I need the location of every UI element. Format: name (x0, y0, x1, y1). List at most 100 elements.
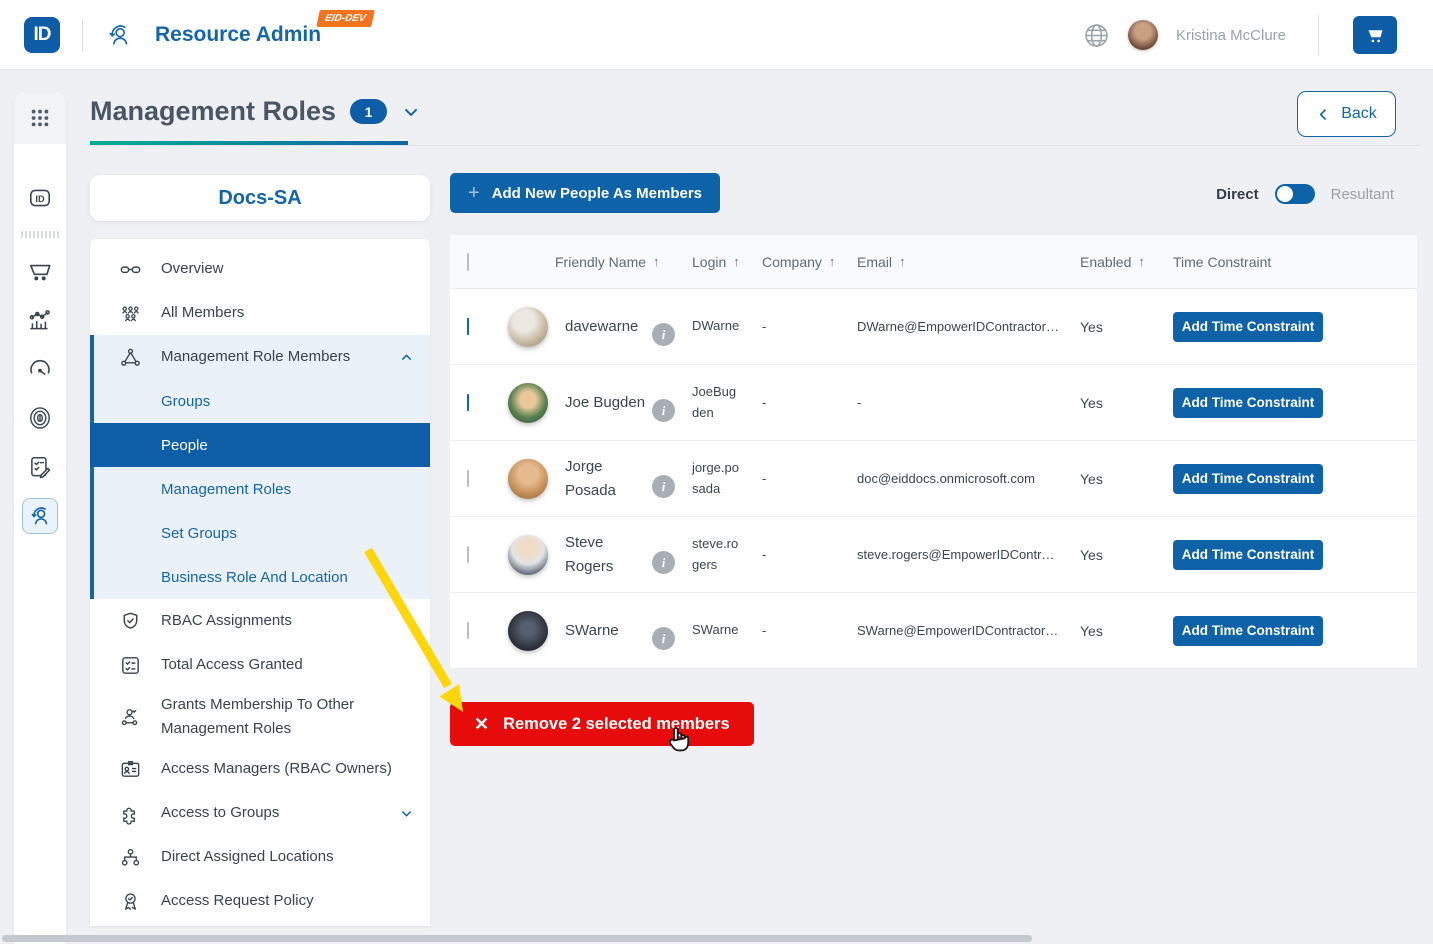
sidebar-subitem-management-roles[interactable]: Management Roles (94, 467, 430, 511)
column-label: Email (857, 254, 892, 270)
member-avatar (508, 307, 548, 347)
sidebar-subitem-set-groups[interactable]: Set Groups (94, 511, 430, 555)
info-icon[interactable]: i (652, 475, 675, 498)
sidebar-item-overview[interactable]: Overview (90, 247, 430, 291)
column-label: Friendly Name (555, 254, 646, 270)
member-enabled: Yes (1080, 319, 1160, 335)
member-enabled: Yes (1080, 547, 1160, 563)
svg-text:ID: ID (35, 194, 45, 204)
direct-resultant-switch[interactable] (1275, 184, 1315, 204)
add-time-constraint-button[interactable]: Add Time Constraint (1173, 388, 1323, 418)
audit-document-icon[interactable] (22, 449, 58, 485)
add-time-constraint-button[interactable]: Add Time Constraint (1173, 540, 1323, 570)
info-icon[interactable]: i (652, 627, 675, 650)
member-email: SWarne@EmpowerIDContractor… (857, 623, 1080, 638)
resource-admin-rail-icon[interactable] (22, 498, 58, 534)
info-icon[interactable]: i (652, 399, 675, 422)
person-network-icon (118, 706, 142, 729)
sidebar-item-access-managers[interactable]: Access Managers (RBAC Owners) (90, 747, 430, 791)
user-avatar[interactable] (1128, 20, 1158, 50)
row-checkbox[interactable] (467, 622, 469, 639)
sidebar-item-label: Direct Assigned Locations (161, 845, 414, 869)
fingerprint-icon[interactable] (22, 400, 58, 436)
column-label: Login (692, 254, 726, 270)
row-checkbox[interactable] (467, 318, 469, 335)
member-avatar (508, 535, 548, 575)
column-header-friendly-name[interactable]: Friendly Name ↑ (555, 254, 692, 270)
sidebar-item-total-access-granted[interactable]: Total Access Granted (90, 643, 430, 687)
sidebar-item-label: Access Managers (RBAC Owners) (161, 757, 414, 781)
sidebar-subitem-business-role-and-location[interactable]: Business Role And Location (94, 555, 430, 599)
language-globe-icon[interactable] (1083, 22, 1110, 49)
icon-rail: ID (14, 92, 66, 944)
puzzle-icon (118, 802, 142, 825)
member-login: DWarne (692, 316, 762, 337)
column-header-enabled[interactable]: Enabled ↑ (1080, 254, 1160, 270)
members-table: Friendly Name ↑ Login ↑ Company ↑ Email … (450, 235, 1417, 669)
role-members-icon (118, 346, 142, 369)
sidebar-item-grants-membership[interactable]: Grants Membership To Other Management Ro… (90, 687, 430, 747)
empowerid-logo[interactable]: ID (24, 17, 60, 53)
sort-asc-icon: ↑ (899, 254, 906, 269)
member-login: SWarne (692, 620, 762, 641)
table-row: Steve Rogers i steve.ro gers - steve.rog… (450, 517, 1417, 593)
sidebar-subitem-people[interactable]: People (90, 423, 430, 467)
info-icon[interactable]: i (652, 551, 675, 574)
member-email: doc@eiddocs.onmicrosoft.com (857, 471, 1080, 486)
direct-resultant-toggle-row: Direct Resultant (1216, 181, 1394, 207)
row-checkbox[interactable] (467, 394, 469, 411)
app-title: Resource Admin (155, 23, 321, 47)
sidebar-item-label: Grants Membership To Other Management Ro… (161, 693, 414, 741)
shopping-cart-icon[interactable] (22, 253, 58, 289)
glasses-icon (118, 258, 142, 281)
info-icon[interactable]: i (652, 323, 675, 346)
add-new-people-button[interactable]: + Add New People As Members (450, 173, 720, 213)
add-time-constraint-button[interactable]: Add Time Constraint (1173, 616, 1323, 646)
sidebar-item-direct-assigned-locations[interactable]: Direct Assigned Locations (90, 835, 430, 879)
checklist-icon (118, 654, 142, 677)
select-all-checkbox[interactable] (467, 253, 469, 271)
role-name-card[interactable]: Docs-SA (90, 175, 430, 221)
column-header-company[interactable]: Company ↑ (762, 254, 857, 270)
sidebar-item-rbac-assignments[interactable]: RBAC Assignments (90, 599, 430, 643)
environment-badge: EID-DEV (316, 10, 374, 27)
chevron-up-icon[interactable] (399, 350, 414, 365)
add-time-constraint-button[interactable]: Add Time Constraint (1173, 464, 1323, 494)
sidebar-item-label: RBAC Assignments (161, 609, 414, 633)
add-button-label: Add New People As Members (492, 185, 702, 202)
toggle-label-direct[interactable]: Direct (1216, 186, 1259, 203)
chevron-left-icon (1316, 107, 1331, 122)
sidebar-item-management-role-members[interactable]: Management Role Members (94, 335, 430, 379)
app-grid-icon[interactable] (14, 92, 66, 144)
sidebar-item-all-members[interactable]: All Members (90, 291, 430, 335)
column-label: Enabled (1080, 254, 1131, 270)
sort-asc-icon: ↑ (653, 254, 660, 269)
member-company: - (762, 623, 857, 638)
horizontal-scrollbar[interactable] (2, 935, 1032, 942)
member-name: SWarne (555, 619, 652, 642)
title-divider (90, 145, 1420, 146)
member-login: jorge.po sada (692, 458, 762, 500)
sidebar-subitem-groups[interactable]: Groups (94, 379, 430, 423)
member-email: steve.rogers@EmpowerIDContr… (857, 547, 1080, 562)
gauge-icon[interactable] (22, 351, 58, 387)
id-badge-icon[interactable]: ID (22, 180, 58, 216)
column-label: Company (762, 254, 822, 270)
sidebar-item-access-to-groups[interactable]: Access to Groups (90, 791, 430, 835)
row-checkbox[interactable] (467, 470, 469, 487)
add-time-constraint-button[interactable]: Add Time Constraint (1173, 312, 1323, 342)
row-checkbox[interactable] (467, 546, 469, 563)
sidebar-item-access-request-policy[interactable]: Access Request Policy (90, 879, 430, 923)
column-header-login[interactable]: Login ↑ (692, 254, 762, 270)
column-header-email[interactable]: Email ↑ (857, 254, 1080, 270)
back-button[interactable]: Back (1297, 91, 1396, 137)
plus-icon: + (468, 182, 480, 205)
chevron-down-icon[interactable] (399, 806, 414, 821)
chevron-down-icon[interactable] (401, 102, 421, 122)
remove-selected-members-button[interactable]: ✕ Remove 2 selected members (450, 702, 754, 746)
rail-dotted-divider (21, 231, 59, 238)
cart-button[interactable] (1353, 16, 1397, 54)
user-name[interactable]: Kristina McClure (1176, 27, 1286, 44)
toggle-label-resultant[interactable]: Resultant (1331, 186, 1394, 203)
analytics-icon[interactable] (22, 302, 58, 338)
